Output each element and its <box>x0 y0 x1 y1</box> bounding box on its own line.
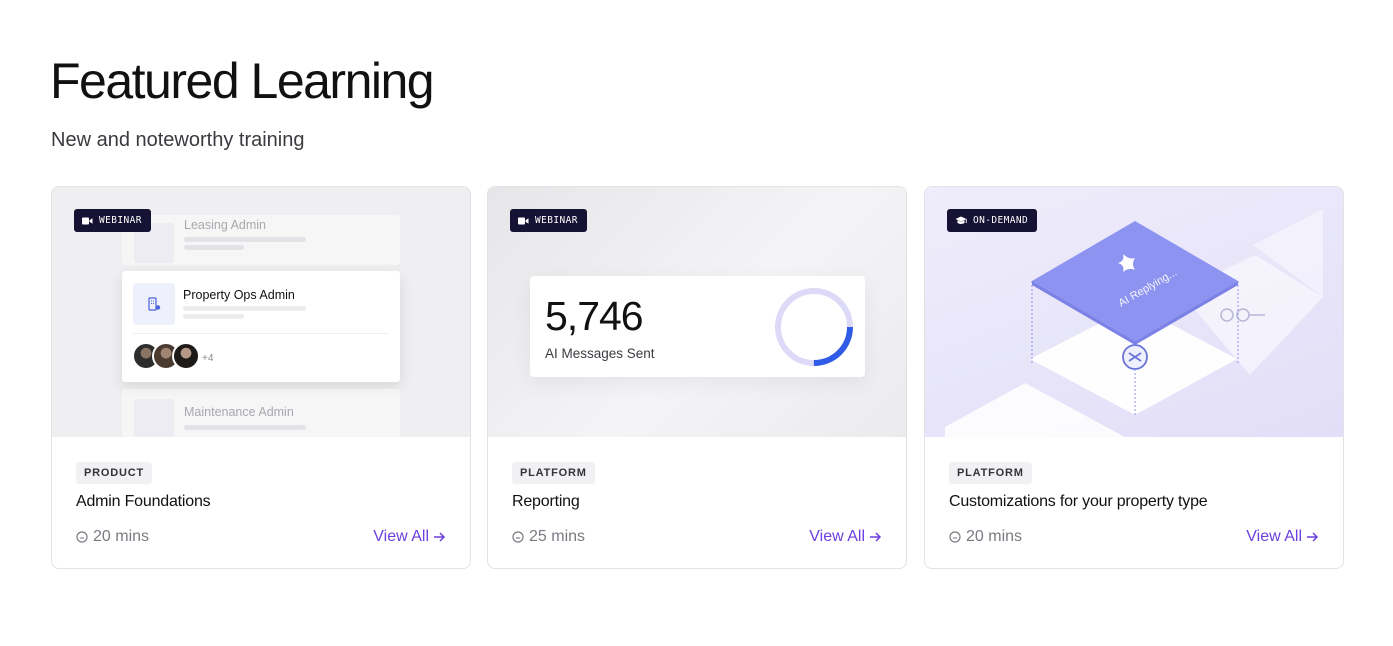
card-illustration: ON-DEMAND AI Replying... <box>925 187 1343 437</box>
category-tag: PRODUCT <box>76 462 152 484</box>
format-badge: WEBINAR <box>74 209 151 232</box>
avatar-group <box>132 342 200 370</box>
page-title: Featured Learning <box>50 53 435 109</box>
role-label: Property Ops Admin <box>183 288 295 302</box>
duration: 25 mins <box>512 528 585 546</box>
view-all-link[interactable]: View All <box>1246 528 1319 546</box>
ghost-role-label: Maintenance Admin <box>184 405 294 419</box>
course-card-admin-foundations[interactable]: WEBINAR Leasing Admin Property Ops Admin <box>51 186 471 569</box>
card-body: PLATFORM Customizations for your propert… <box>925 437 1343 568</box>
stat-value: 5,746 <box>545 293 644 339</box>
role-icon-box <box>133 283 175 325</box>
placeholder-line <box>183 314 244 319</box>
format-label: WEBINAR <box>535 215 578 226</box>
video-camera-icon <box>518 217 529 224</box>
divider <box>133 333 389 334</box>
ghost-role-card-top: Leasing Admin <box>122 215 400 265</box>
duration-label: 20 mins <box>966 528 1023 545</box>
format-badge: ON-DEMAND <box>947 209 1038 232</box>
course-card-customizations[interactable]: ON-DEMAND AI Replying... PLATFORM Custom… <box>924 186 1344 569</box>
ghost-line <box>184 237 306 242</box>
view-all-label: View All <box>373 528 429 545</box>
stat-label: AI Messages Sent <box>545 346 655 361</box>
placeholder-line <box>183 306 306 311</box>
arrow-right-icon <box>870 532 882 542</box>
avatar-overflow-count: +4 <box>202 353 214 364</box>
format-label: WEBINAR <box>99 215 142 226</box>
progress-donut <box>775 288 853 366</box>
view-all-label: View All <box>809 528 865 545</box>
ghost-role-label: Leasing Admin <box>184 218 267 232</box>
card-body: PLATFORM Reporting 25 mins View All <box>488 437 906 568</box>
course-title[interactable]: Reporting <box>512 493 580 511</box>
ghost-role-card-bottom: Maintenance Admin <box>122 389 400 437</box>
ghost-line <box>184 425 306 430</box>
format-label: ON-DEMAND <box>973 215 1029 226</box>
course-card-reporting[interactable]: WEBINAR 5,746 AI Messages Sent PLATFORM … <box>487 186 907 569</box>
ghost-line <box>184 245 244 250</box>
clock-icon <box>76 531 88 543</box>
view-all-link[interactable]: View All <box>373 528 446 546</box>
arrow-right-icon <box>434 532 446 542</box>
duration-label: 20 mins <box>93 528 150 545</box>
course-title[interactable]: Admin Foundations <box>76 493 211 511</box>
stat-card: 5,746 AI Messages Sent <box>530 276 865 377</box>
video-camera-icon <box>82 217 93 224</box>
format-badge: WEBINAR <box>510 209 587 232</box>
category-tag: PLATFORM <box>949 462 1032 484</box>
category-tag: PLATFORM <box>512 462 595 484</box>
arrow-right-icon <box>1307 532 1319 542</box>
card-illustration: WEBINAR 5,746 AI Messages Sent <box>488 187 906 437</box>
clock-icon <box>949 531 961 543</box>
building-icon <box>148 297 161 311</box>
page-subtitle: New and noteworthy training <box>51 129 305 151</box>
view-all-label: View All <box>1246 528 1302 545</box>
duration: 20 mins <box>949 528 1022 546</box>
avatar <box>172 342 200 370</box>
duration: 20 mins <box>76 528 149 546</box>
course-title[interactable]: Customizations for your property type <box>949 493 1208 511</box>
card-body: PRODUCT Admin Foundations 20 mins View A… <box>52 437 470 568</box>
role-card-property-ops: Property Ops Admin +4 <box>122 271 400 382</box>
clock-icon <box>512 531 524 543</box>
ghost-icon-box <box>134 399 174 437</box>
graduation-cap-icon <box>955 216 967 224</box>
card-illustration: WEBINAR Leasing Admin Property Ops Admin <box>52 187 470 437</box>
duration-label: 25 mins <box>529 528 586 545</box>
view-all-link[interactable]: View All <box>809 528 882 546</box>
